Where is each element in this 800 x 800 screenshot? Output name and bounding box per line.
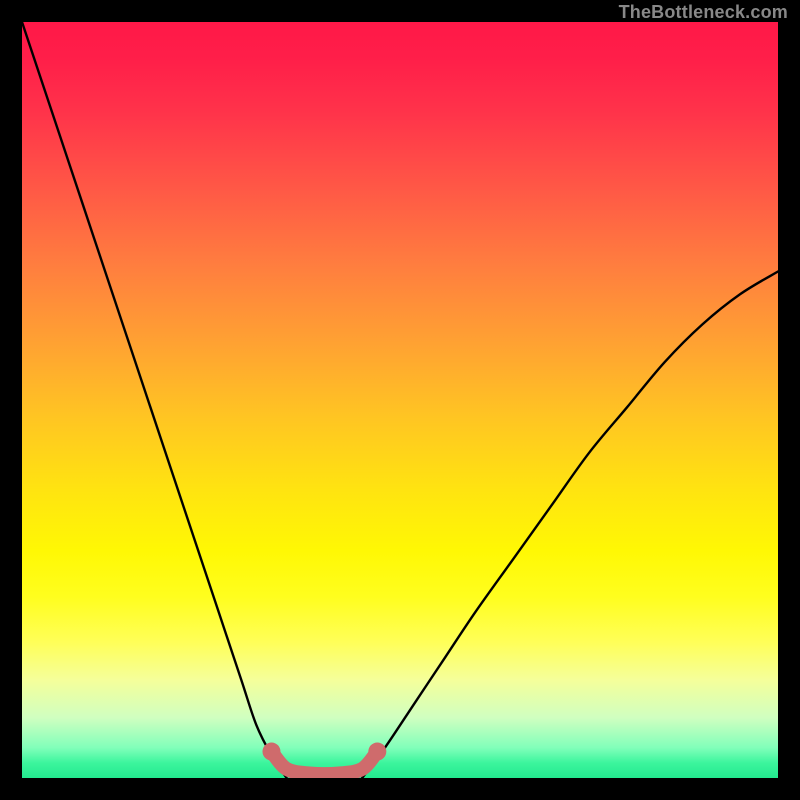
highlight-dot-right [368, 743, 386, 761]
curve-right-path [362, 271, 778, 778]
plot-area [22, 22, 778, 778]
highlight-dot-left [262, 743, 280, 761]
highlight-band [262, 743, 386, 774]
watermark: TheBottleneck.com [619, 2, 788, 23]
highlight-path [271, 752, 377, 774]
curve-right [362, 271, 778, 778]
curve-left [22, 22, 287, 778]
chart-svg [22, 22, 778, 778]
curve-left-path [22, 22, 287, 778]
chart-container: TheBottleneck.com [0, 0, 800, 800]
